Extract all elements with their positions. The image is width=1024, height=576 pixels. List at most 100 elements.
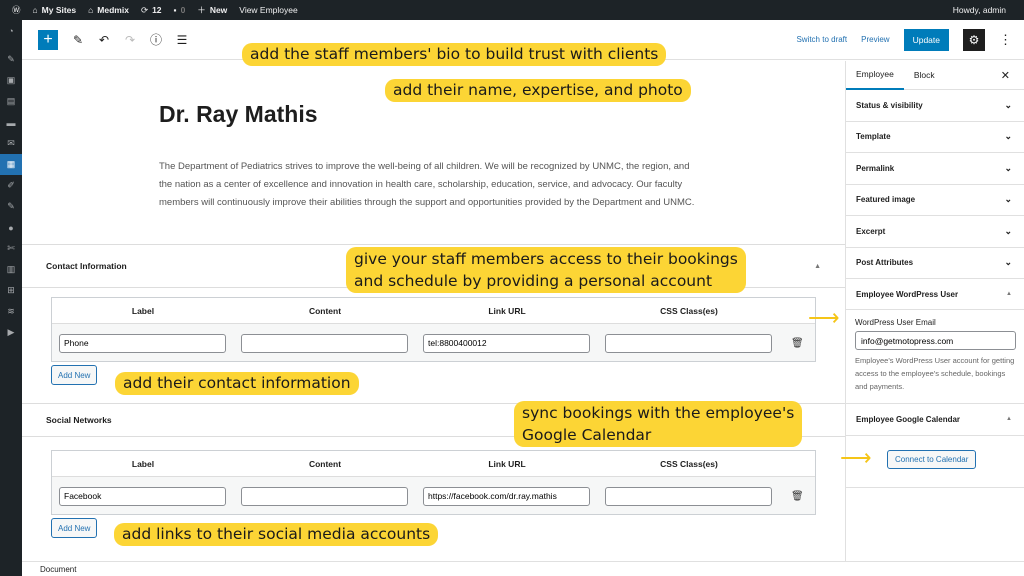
dashboard-icon[interactable]: ◔: [0, 20, 22, 41]
email-help: Employee's WordPress User account for ge…: [855, 356, 1015, 391]
layers-icon[interactable]: ≋: [0, 301, 22, 322]
info-icon[interactable]: ⓘ: [146, 30, 166, 50]
annotation-calendar: sync bookings with the employee's Google …: [514, 401, 803, 447]
email-label: WordPress User Email: [855, 318, 936, 327]
panel-google-calendar[interactable]: Employee Google Calendar ▲: [846, 404, 1024, 436]
annotation-account: give your staff members access to their …: [346, 247, 746, 293]
chevron-down-icon: ⌄: [1004, 194, 1012, 205]
tools-icon[interactable]: ✄: [0, 238, 22, 259]
panel-wp-user[interactable]: Employee WordPress User ▲: [846, 279, 1024, 310]
howdy-link[interactable]: Howdy, admin: [953, 5, 1006, 15]
email-input[interactable]: [855, 331, 1016, 350]
content-input[interactable]: [241, 486, 408, 506]
appearance-icon[interactable]: ✐: [0, 175, 22, 196]
more-options-icon[interactable]: ⋮: [999, 32, 1012, 48]
play-icon[interactable]: ▶: [0, 322, 22, 343]
annotation-bio: add the staff members' bio to build trus…: [242, 43, 667, 66]
users-icon[interactable]: ●: [0, 217, 22, 238]
link-url-input[interactable]: [423, 486, 590, 506]
contact-info-title: Contact Information: [46, 261, 127, 271]
panel-template[interactable]: Template ⌄: [846, 122, 1024, 153]
undo-icon[interactable]: ↶: [94, 30, 114, 50]
col-content: Content: [308, 458, 342, 469]
col-link-url: Link URL: [488, 305, 526, 316]
table-row: 🗑: [52, 477, 815, 515]
css-input[interactable]: [605, 333, 772, 353]
settings-gear-icon[interactable]: ⚙: [963, 28, 985, 51]
panel-permalink[interactable]: Permalink ⌄: [846, 153, 1024, 185]
my-sites-label: My Sites: [41, 5, 77, 15]
panel-featured-image[interactable]: Featured image ⌄: [846, 185, 1024, 216]
site-link[interactable]: ⌂ Medmix: [88, 5, 129, 15]
chevron-up-icon: ▲: [1006, 291, 1012, 297]
edit-tool-icon[interactable]: ✎: [68, 30, 88, 50]
new-link[interactable]: ＋ New: [197, 4, 227, 16]
col-css: CSS Class(es): [660, 305, 718, 316]
label-input[interactable]: [59, 333, 226, 353]
chevron-down-icon: ⌄: [1004, 99, 1012, 110]
chevron-down-icon: ⌄: [1004, 131, 1012, 142]
chevron-up-icon: ▲: [1006, 416, 1012, 423]
css-input[interactable]: [605, 486, 772, 506]
settings-icon[interactable]: ▥: [0, 259, 22, 280]
redo-icon[interactable]: ↷: [120, 30, 140, 50]
document-label: Document: [40, 564, 77, 574]
social-networks-title: Social Networks: [46, 415, 112, 425]
wordpress-logo-icon[interactable]: Ⓦ: [12, 4, 21, 16]
chevron-down-icon: ⌄: [1004, 257, 1012, 268]
label-input[interactable]: [59, 486, 226, 506]
preview-button[interactable]: Preview: [861, 35, 889, 44]
pin-icon[interactable]: ✎: [0, 49, 22, 70]
editor-content: Dr. Ray Mathis The Department of Pediatr…: [22, 61, 845, 561]
close-icon[interactable]: ✕: [1001, 69, 1010, 82]
settings-sidebar: Employee Block ✕ Status & visibility ⌄ Te…: [845, 61, 1024, 561]
trash-icon[interactable]: 🗑: [791, 338, 804, 349]
connect-calendar-button[interactable]: Connect to Calendar: [887, 449, 977, 469]
view-employee-link[interactable]: View Employee: [239, 5, 297, 15]
chevron-down-icon: ⌄: [1004, 225, 1012, 236]
tab-block[interactable]: Block: [904, 61, 945, 90]
chevron-down-icon: ⌄: [1004, 162, 1012, 173]
panel-status-visibility[interactable]: Status & visibility ⌄: [846, 90, 1024, 122]
col-content: Content: [308, 305, 342, 316]
annotation-name: add their name, expertise, and photo: [385, 79, 691, 102]
social-table: Label Content Link URL CSS Class(es) 🗑: [51, 450, 816, 515]
table-row: 🗑: [52, 324, 815, 362]
switch-to-draft-button[interactable]: Switch to draft: [796, 35, 847, 44]
add-block-button[interactable]: +: [38, 29, 58, 50]
collapse-icon[interactable]: ▲: [814, 263, 821, 270]
annotation-contact: add their contact information: [115, 372, 359, 395]
calendar-icon[interactable]: ▦: [0, 154, 22, 175]
update-button[interactable]: Update: [903, 28, 949, 51]
comments-count: 0: [180, 5, 186, 15]
panel-excerpt[interactable]: Excerpt ⌄: [846, 216, 1024, 248]
arrow-icon: ⟶: [808, 305, 840, 330]
contact-table: Label Content Link URL CSS Class(es) 🗑: [51, 297, 816, 362]
plugins-icon[interactable]: ✎: [0, 196, 22, 217]
sitemap-icon[interactable]: ⊞: [0, 280, 22, 301]
comments-icon[interactable]: ▬: [0, 112, 22, 133]
trash-icon[interactable]: 🗑: [791, 491, 804, 502]
panel-post-attributes[interactable]: Post Attributes ⌄: [846, 248, 1024, 279]
col-label: Label: [131, 458, 155, 469]
content-input[interactable]: [241, 333, 408, 353]
col-css: CSS Class(es): [660, 458, 718, 469]
tab-employee[interactable]: Employee: [846, 61, 904, 90]
media-icon[interactable]: ▣: [0, 70, 22, 91]
add-contact-button[interactable]: Add New: [51, 365, 98, 385]
new-label: New: [209, 5, 228, 15]
list-view-icon[interactable]: ☰: [172, 30, 192, 50]
admin-menu: ◔ ✎ ▣ ▤ ▬ ✉ ▦ ✐ ✎ ● ✄ ▥ ⊞ ≋ ▶: [0, 20, 22, 576]
col-label: Label: [131, 305, 155, 316]
updates-link[interactable]: ⟳ 12: [141, 5, 162, 16]
mail-icon[interactable]: ✉: [0, 133, 22, 154]
link-url-input[interactable]: [423, 333, 590, 353]
add-social-button[interactable]: Add New: [51, 518, 98, 538]
post-bio[interactable]: The Department of Pediatrics strives to …: [159, 158, 704, 212]
comments-link[interactable]: ▪ 0: [174, 5, 186, 15]
updates-count: 12: [152, 5, 162, 15]
breadcrumb[interactable]: Document: [22, 561, 1024, 576]
post-title[interactable]: Dr. Ray Mathis: [159, 101, 318, 128]
my-sites-link[interactable]: ⌂ My Sites: [33, 5, 77, 15]
pages-icon[interactable]: ▤: [0, 91, 22, 112]
